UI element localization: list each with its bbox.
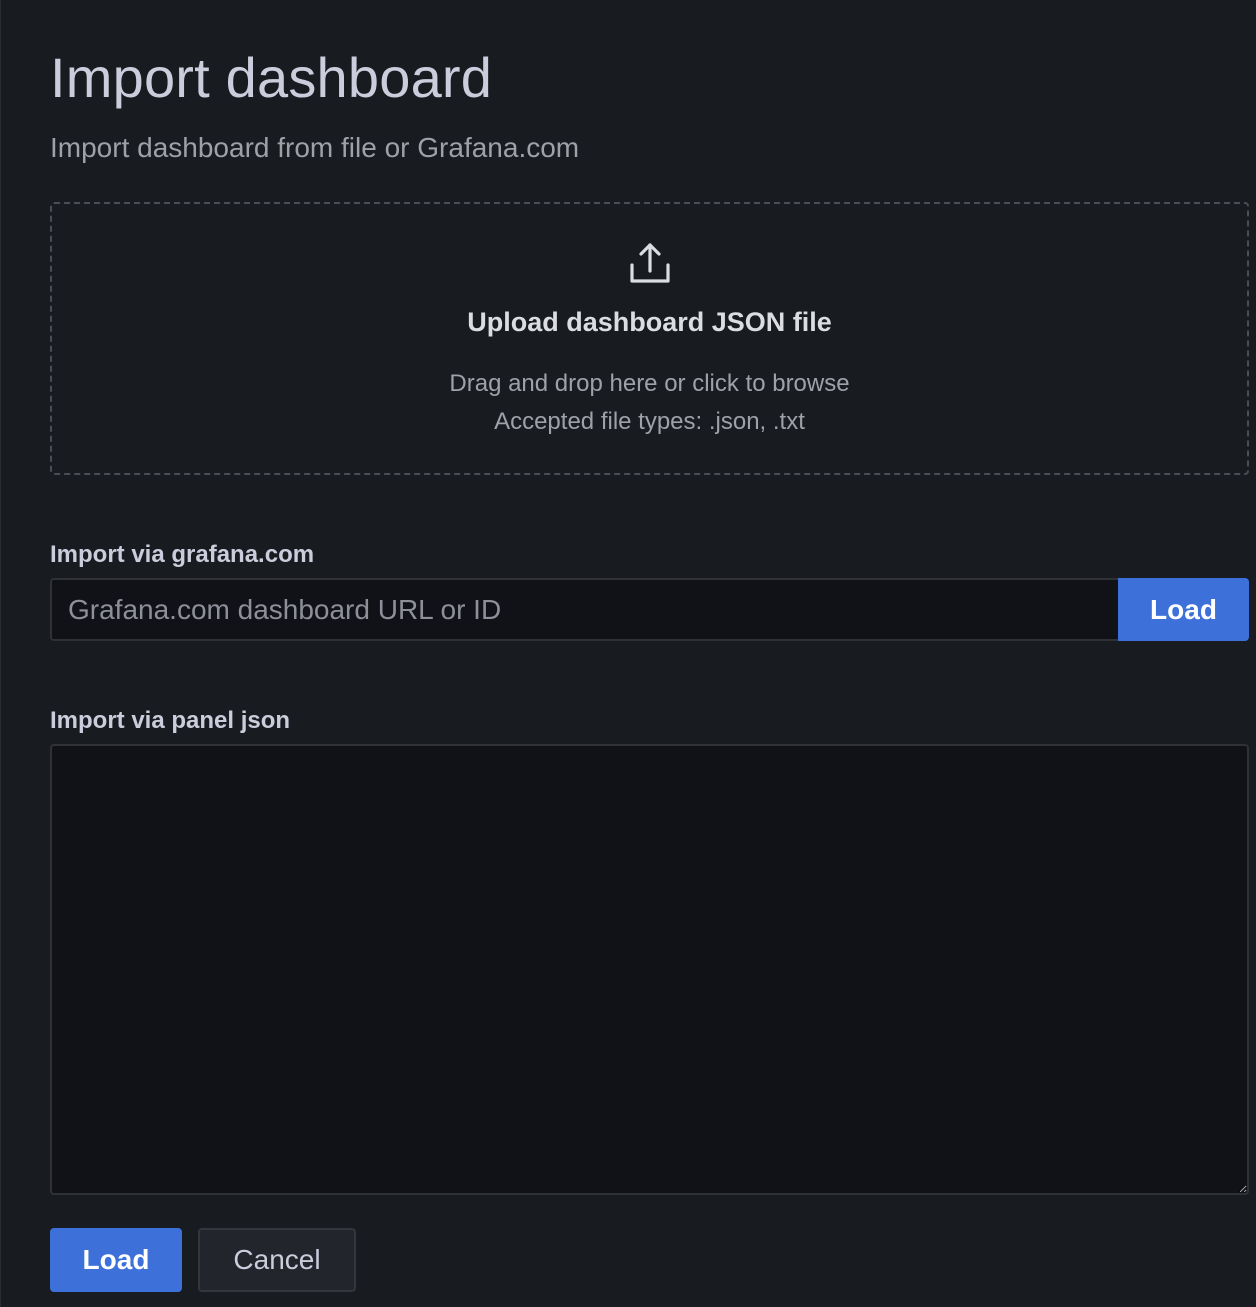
grafana-com-label: Import via grafana.com: [50, 541, 315, 568]
page-title: Import dashboard: [50, 46, 493, 109]
upload-title: Upload dashboard JSON file: [467, 307, 832, 337]
accepted-file-types: Accepted file types: .json, .txt: [494, 408, 805, 435]
upload-dropzone[interactable]: Upload dashboard JSON file Drag and drop…: [50, 202, 1249, 475]
cancel-button[interactable]: Cancel: [198, 1228, 356, 1292]
load-button[interactable]: Load: [50, 1228, 182, 1292]
upload-icon: [630, 243, 670, 283]
grafana-com-url-input[interactable]: [50, 578, 1118, 641]
grafana-com-load-button[interactable]: Load: [1118, 578, 1249, 641]
import-dashboard-page: Import dashboard Import dashboard from f…: [0, 0, 1256, 1307]
panel-json-label: Import via panel json: [50, 707, 291, 734]
upload-hint: Drag and drop here or click to browse: [449, 370, 850, 397]
panel-json-textarea[interactable]: [50, 744, 1249, 1195]
page-subtitle: Import dashboard from file or Grafana.co…: [50, 132, 580, 163]
